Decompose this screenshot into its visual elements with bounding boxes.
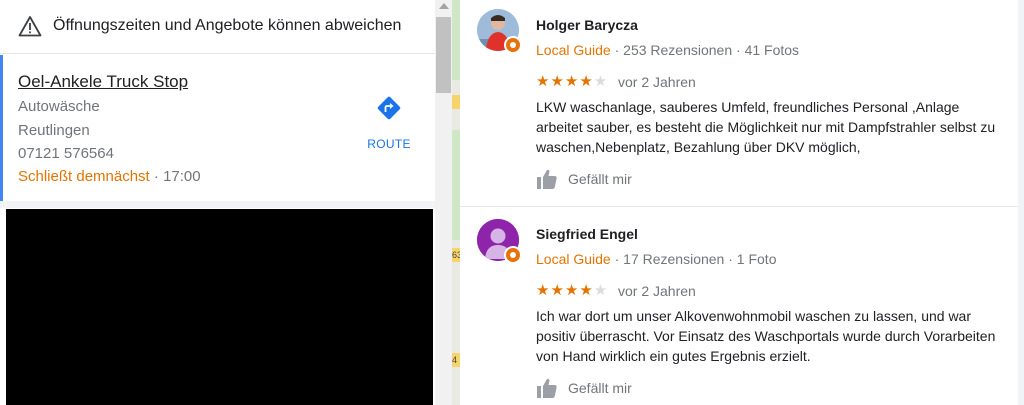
notice-text: Öffnungszeiten und Angebote können abwei… xyxy=(53,17,402,34)
warning-icon xyxy=(18,16,42,37)
map-park-area xyxy=(452,0,460,80)
video-player[interactable] xyxy=(6,209,433,405)
route-button[interactable]: ROUTE xyxy=(358,95,420,155)
star-filled-icon: ★★★★ xyxy=(536,73,594,90)
scrollbar-thumb[interactable] xyxy=(436,17,451,93)
review-text: Ich war dort um unser Alkovenwohnmobil w… xyxy=(536,306,1006,366)
local-guide-label: Local Guide xyxy=(536,42,611,58)
reviewer-name[interactable]: Siegfried Engel xyxy=(536,226,638,242)
review-date: vor 2 Jahren xyxy=(618,74,696,90)
reviewer-stats: · 17 Rezensionen · 1 Foto xyxy=(610,251,777,267)
place-phone: 07121 576564 xyxy=(18,145,114,162)
review-text: LKW waschanlage, sauberes Umfeld, freund… xyxy=(536,97,1006,157)
star-empty-icon: ★ xyxy=(593,282,609,299)
review-text-line: Ich war dort um unser Alkovenwohnmobil w… xyxy=(536,308,971,324)
local-guide-label: Local Guide xyxy=(536,251,611,267)
star-rating: ★★★★★ xyxy=(536,281,608,299)
route-label: ROUTE xyxy=(367,137,411,151)
star-rating: ★★★★★ xyxy=(536,72,608,90)
map-road xyxy=(452,95,460,109)
thumbs-up-icon xyxy=(537,378,557,398)
place-city: Reutlingen xyxy=(18,122,90,139)
local-guide-badge-icon xyxy=(504,246,522,264)
review-text-line: von Hand wirklich ein gutes Ergebnis erz… xyxy=(536,348,811,364)
map-strip[interactable]: 63 4 xyxy=(452,0,460,405)
star-empty-icon: ★ xyxy=(593,73,609,90)
directions-icon xyxy=(377,96,401,120)
reviewer-name[interactable]: Holger Barycza xyxy=(536,17,638,33)
thumbs-up-icon xyxy=(537,169,557,189)
place-category: Autowäsche xyxy=(18,98,100,115)
left-scrollbar[interactable] xyxy=(435,0,452,405)
review-text-line: LKW waschanlage, sauberes Umfeld, freund… xyxy=(536,99,960,115)
like-label: Gefällt mir xyxy=(568,171,632,187)
opening-status: Schließt demnächst · 17:00 xyxy=(18,168,201,185)
review-separator xyxy=(460,206,1024,207)
closing-time: 17:00 xyxy=(163,168,201,185)
reviewer-stats: · 253 Rezensionen · 41 Fotos xyxy=(610,42,800,58)
place-card[interactable]: Oel-Ankele Truck Stop Autowäsche Reutlin… xyxy=(0,55,435,201)
notice-bar: Öffnungszeiten und Angebote können abwei… xyxy=(0,0,435,54)
map-label: 63 xyxy=(452,250,460,260)
like-label: Gefällt mir xyxy=(568,380,632,396)
reviewer-meta: Local Guide · 253 Rezensionen · 41 Fotos xyxy=(536,42,799,58)
section-divider xyxy=(0,201,435,208)
review-item: Holger Barycza Local Guide · 253 Rezensi… xyxy=(460,0,1024,206)
review-text-line: positiv überrascht. Vor Einsatz des Wasc… xyxy=(536,328,996,344)
right-edge-map xyxy=(1018,0,1024,405)
scroll-up-arrow-icon[interactable] xyxy=(439,3,449,9)
reviewer-meta: Local Guide · 17 Rezensionen · 1 Foto xyxy=(536,251,776,267)
review-text-line: arbeitet sauber, es besteht die Möglichk… xyxy=(536,119,996,135)
local-guide-badge-icon xyxy=(504,36,522,54)
closing-soon-label: Schließt demnächst xyxy=(18,168,150,185)
review-date: vor 2 Jahren xyxy=(618,283,696,299)
map-park-area xyxy=(452,130,460,240)
reviews-panel: Holger Barycza Local Guide · 253 Rezensi… xyxy=(460,0,1024,405)
review-text-line: waschen,Nebenplatz, Bezahlung über DKV m… xyxy=(536,139,861,155)
hours-separator: · xyxy=(149,168,164,185)
map-label: 4 xyxy=(452,355,458,365)
star-filled-icon: ★★★★ xyxy=(536,282,594,299)
place-panel: Öffnungszeiten und Angebote können abwei… xyxy=(0,0,435,405)
place-name-link[interactable]: Oel-Ankele Truck Stop xyxy=(18,72,188,92)
review-item: Siegfried Engel Local Guide · 17 Rezensi… xyxy=(460,210,1024,405)
